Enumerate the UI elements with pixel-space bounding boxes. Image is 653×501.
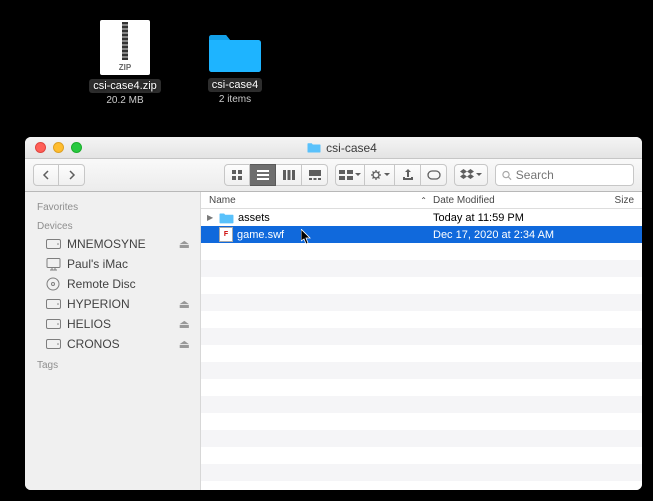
search-field[interactable] xyxy=(495,164,634,186)
sidebar: Favorites Devices MNEMOSYNE⏏ Paul's iMac… xyxy=(25,192,201,490)
folder-icon xyxy=(219,212,234,224)
sidebar-heading-devices: Devices xyxy=(25,215,200,234)
drive-icon xyxy=(45,317,61,331)
drive-icon xyxy=(45,337,61,351)
window-title: csi-case4 xyxy=(42,141,642,155)
sidebar-device-cronos[interactable]: CRONOS⏏ xyxy=(25,334,200,354)
drive-icon xyxy=(45,297,61,311)
sidebar-heading-favorites: Favorites xyxy=(25,196,200,215)
eject-icon[interactable]: ⏏ xyxy=(179,337,190,351)
file-row-swf[interactable]: Fgame.swf Dec 17, 2020 at 2:34 AM xyxy=(201,226,642,243)
drive-icon xyxy=(45,237,61,251)
swf-file-icon: F xyxy=(219,227,233,242)
gallery-view-button[interactable] xyxy=(302,164,328,186)
dropbox-button[interactable] xyxy=(454,164,488,186)
file-list-pane: Name⌃ Date Modified Size ▶assets Today a… xyxy=(201,192,642,490)
column-size[interactable]: Size xyxy=(583,192,642,208)
sidebar-device-imac[interactable]: Paul's iMac xyxy=(25,254,200,274)
sort-ascending-icon: ⌃ xyxy=(420,196,427,205)
desktop-item-subtext: 2 items xyxy=(219,94,251,105)
search-icon xyxy=(502,170,512,181)
column-name[interactable]: Name⌃ xyxy=(201,192,433,208)
arrange-button[interactable] xyxy=(335,164,365,186)
search-input[interactable] xyxy=(516,168,627,182)
column-headers[interactable]: Name⌃ Date Modified Size xyxy=(201,192,642,209)
sidebar-device-hyperion[interactable]: HYPERION⏏ xyxy=(25,294,200,314)
file-list: ▶assets Today at 11:59 PM Fgame.swf Dec … xyxy=(201,209,642,490)
eject-icon[interactable]: ⏏ xyxy=(179,317,190,331)
finder-window: csi-case4 Favorites Devices xyxy=(25,137,642,490)
eject-icon[interactable]: ⏏ xyxy=(179,297,190,311)
column-date-modified[interactable]: Date Modified xyxy=(433,192,583,208)
folder-icon xyxy=(207,30,263,74)
forward-button[interactable] xyxy=(59,164,85,186)
sidebar-device-remote-disc[interactable]: Remote Disc xyxy=(25,274,200,294)
eject-icon[interactable]: ⏏ xyxy=(179,237,190,251)
desktop-zip-file[interactable]: ZIP csi-case4.zip 20.2 MB xyxy=(85,20,165,106)
desktop-icons-group: ZIP csi-case4.zip 20.2 MB csi-case4 2 it… xyxy=(85,20,275,106)
tags-button[interactable] xyxy=(421,164,447,186)
computer-icon xyxy=(45,257,61,271)
action-button[interactable] xyxy=(365,164,395,186)
desktop-item-subtext: 20.2 MB xyxy=(106,95,143,106)
toolbar xyxy=(25,159,642,192)
nav-buttons xyxy=(33,164,85,186)
desktop-item-label: csi-case4 xyxy=(208,78,262,92)
disclosure-triangle-icon[interactable]: ▶ xyxy=(207,213,215,222)
disc-icon xyxy=(45,277,61,291)
sidebar-device-mnemosyne[interactable]: MNEMOSYNE⏏ xyxy=(25,234,200,254)
list-view-button[interactable] xyxy=(250,164,276,186)
titlebar[interactable]: csi-case4 xyxy=(25,137,642,159)
zip-icon: ZIP xyxy=(100,20,150,75)
desktop-item-label: csi-case4.zip xyxy=(89,79,161,93)
view-switcher xyxy=(224,164,328,186)
column-view-button[interactable] xyxy=(276,164,302,186)
desktop-folder[interactable]: csi-case4 2 items xyxy=(195,20,275,105)
icon-view-button[interactable] xyxy=(224,164,250,186)
share-button[interactable] xyxy=(395,164,421,186)
sidebar-device-helios[interactable]: HELIOS⏏ xyxy=(25,314,200,334)
sidebar-heading-tags: Tags xyxy=(25,354,200,373)
back-button[interactable] xyxy=(33,164,59,186)
file-row-folder[interactable]: ▶assets Today at 11:59 PM xyxy=(201,209,642,226)
